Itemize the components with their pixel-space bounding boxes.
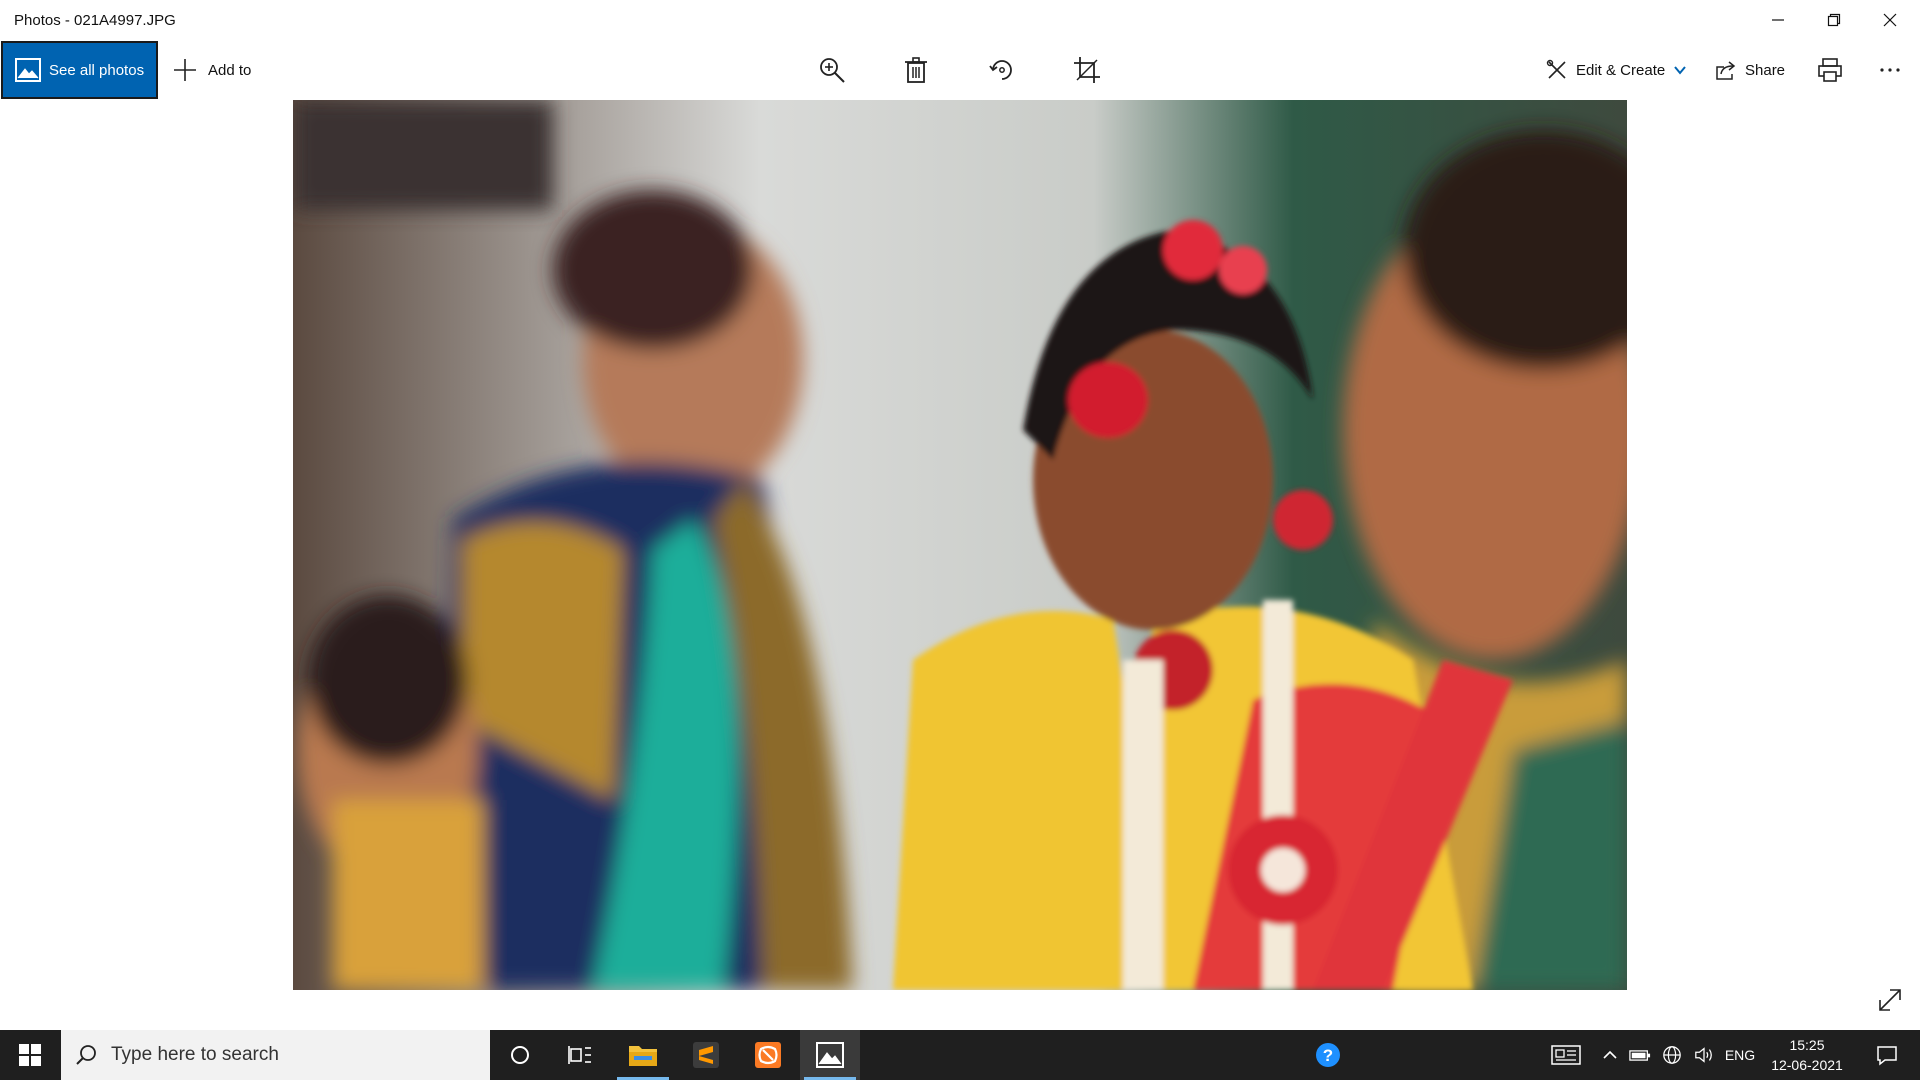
share-button[interactable]: Share xyxy=(1715,54,1785,86)
speaker-icon xyxy=(1695,1047,1712,1063)
search-placeholder: Type here to search xyxy=(111,1044,279,1065)
toolbar: See all photos Add to Edit & Create Shar… xyxy=(0,40,1920,100)
help-button[interactable]: ? xyxy=(1298,1030,1358,1080)
photos-app-icon xyxy=(816,1042,844,1068)
language-label: ENG xyxy=(1724,1047,1756,1063)
add-to-label: Add to xyxy=(208,61,252,79)
task-view-icon xyxy=(568,1046,591,1064)
edit-create-button[interactable]: Edit & Create xyxy=(1546,54,1687,86)
rotate-button[interactable] xyxy=(984,52,1020,88)
clock[interactable]: 15:25 12-06-2021 xyxy=(1762,1035,1852,1075)
title-bar: Photos - 021A4997.JPG xyxy=(0,0,1920,40)
rotate-icon xyxy=(989,60,1012,80)
task-view-button[interactable] xyxy=(550,1030,610,1080)
taskbar: Type here to search ? ENG 15:25 12-06-20… xyxy=(0,1030,1920,1080)
photos-app-button[interactable] xyxy=(800,1030,860,1080)
news-icon xyxy=(1551,1045,1581,1065)
printer-icon xyxy=(1818,58,1842,82)
folder-icon xyxy=(629,1046,657,1066)
add-to-button[interactable]: Add to xyxy=(172,54,251,86)
network-button[interactable] xyxy=(1658,1030,1686,1080)
main-photo[interactable] xyxy=(293,100,1627,990)
taskbar-search-box[interactable]: Type here to search xyxy=(61,1030,490,1080)
trash-icon xyxy=(905,57,927,83)
clock-date: 12-06-2021 xyxy=(1771,1057,1843,1073)
delete-button[interactable] xyxy=(898,52,934,88)
file-explorer-button[interactable] xyxy=(613,1030,673,1080)
edit-create-icon xyxy=(1546,59,1566,79)
globe-network-icon xyxy=(1663,1046,1681,1064)
see-all-photos-button[interactable]: See all photos xyxy=(1,41,158,99)
show-hidden-icons-button[interactable] xyxy=(1598,1030,1622,1080)
close-button[interactable] xyxy=(1862,0,1918,40)
close-icon xyxy=(1883,13,1897,27)
xampp-icon xyxy=(755,1042,781,1068)
crop-button[interactable] xyxy=(1069,52,1105,88)
minimize-button[interactable] xyxy=(1750,0,1806,40)
crop-icon xyxy=(1074,57,1100,83)
ellipsis-icon xyxy=(1880,68,1900,72)
minimize-icon xyxy=(1772,19,1784,21)
window-title: Photos - 021A4997.JPG xyxy=(14,12,176,29)
fullscreen-expand-button[interactable] xyxy=(1875,985,1905,1015)
photos-gallery-icon xyxy=(15,58,41,82)
volume-button[interactable] xyxy=(1690,1030,1718,1080)
expand-icon xyxy=(1879,989,1901,1011)
news-widget-button[interactable] xyxy=(1548,1030,1584,1080)
more-options-button[interactable] xyxy=(1872,52,1908,88)
restore-icon xyxy=(1827,13,1841,27)
zoom-in-icon xyxy=(820,58,845,83)
photo-image xyxy=(293,100,1627,990)
share-icon xyxy=(1716,61,1736,80)
zoom-button[interactable] xyxy=(814,52,850,88)
edit-create-label: Edit & Create xyxy=(1576,61,1666,79)
share-label: Share xyxy=(1745,61,1786,79)
windows-logo-icon xyxy=(19,1044,41,1066)
cortana-circle-icon xyxy=(511,1046,529,1064)
cortana-button[interactable] xyxy=(490,1030,550,1080)
language-indicator[interactable]: ENG xyxy=(1720,1030,1760,1080)
svg-text:?: ? xyxy=(1323,1046,1333,1065)
notification-icon xyxy=(1877,1046,1897,1066)
restore-button[interactable] xyxy=(1806,0,1862,40)
clock-time: 15:25 xyxy=(1789,1037,1825,1053)
sublime-text-icon xyxy=(693,1042,719,1068)
plus-icon xyxy=(174,59,196,81)
search-icon xyxy=(76,1045,96,1065)
print-button[interactable] xyxy=(1812,52,1848,88)
chevron-up-icon xyxy=(1603,1050,1617,1059)
chevron-down-icon xyxy=(1674,66,1686,75)
battery-icon xyxy=(1629,1049,1651,1061)
battery-button[interactable] xyxy=(1626,1030,1654,1080)
xampp-button[interactable] xyxy=(738,1030,798,1080)
see-all-photos-label: See all photos xyxy=(49,61,145,79)
help-question-icon: ? xyxy=(1316,1043,1340,1067)
start-button[interactable] xyxy=(0,1030,60,1080)
action-center-button[interactable] xyxy=(1862,1030,1912,1080)
sublime-text-button[interactable] xyxy=(676,1030,736,1080)
